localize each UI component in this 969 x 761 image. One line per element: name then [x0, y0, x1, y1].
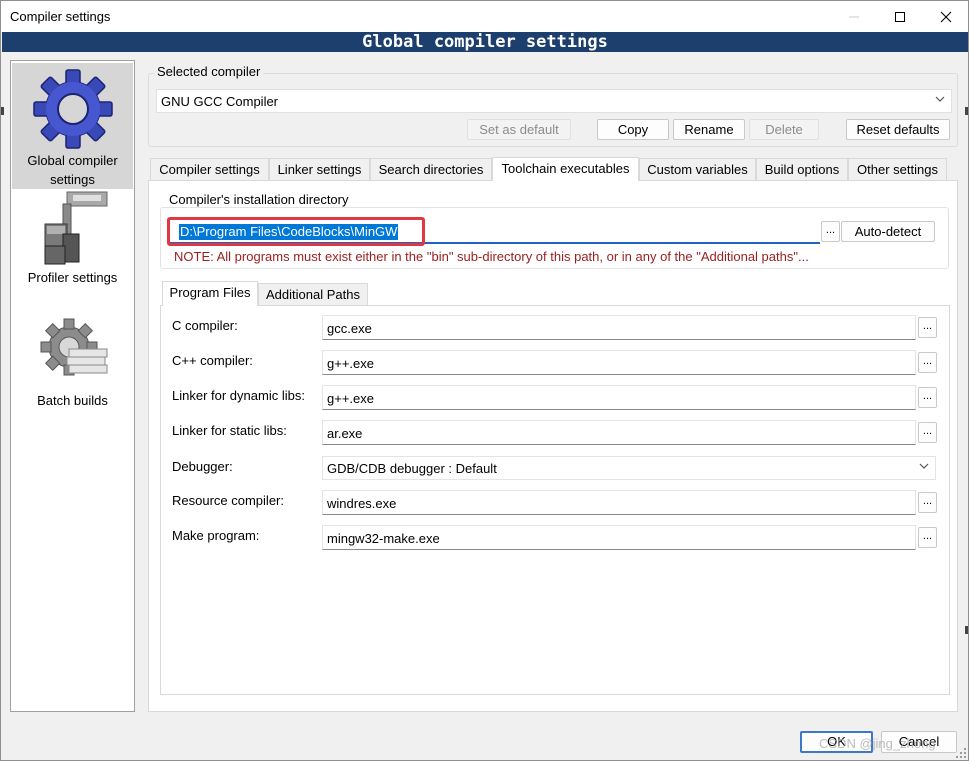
minimize-icon[interactable] [831, 1, 877, 32]
delete-button[interactable]: Delete [749, 119, 819, 140]
cpp-compiler-value: g++.exe [327, 356, 374, 371]
batch-gear-icon [40, 318, 107, 376]
selected-compiler-title: Selected compiler [154, 64, 264, 79]
chevron-down-icon [919, 461, 929, 473]
sidebar-item-label: Batch builds [37, 393, 108, 408]
make-program-label: Make program: [172, 528, 260, 543]
cpp-compiler-browse-button[interactable]: ... [918, 352, 937, 373]
settings-category-list: Global compiler settings Profiler settin… [10, 60, 135, 712]
subtab-program-files[interactable]: Program Files [162, 281, 258, 306]
title-bar: Compiler settings [1, 1, 968, 32]
sidebar-item-label: Global compiler [27, 153, 118, 168]
sidebar-item-profiler[interactable]: Profiler settings [12, 190, 133, 290]
make-program-field[interactable]: mingw32-make.exe [322, 525, 916, 550]
c-compiler-label: C compiler: [172, 318, 238, 333]
linker-dynamic-field[interactable]: g++.exe [322, 385, 916, 410]
gear-icon [32, 69, 113, 149]
c-compiler-browse-button[interactable]: ... [918, 317, 937, 338]
c-compiler-field[interactable]: gcc.exe [322, 315, 916, 340]
red-highlight-box [167, 217, 425, 246]
tab-other-settings[interactable]: Other settings [848, 158, 947, 180]
install-dir-browse-button[interactable]: ... [821, 221, 840, 242]
sidebar-item-label: Profiler settings [27, 270, 118, 285]
close-icon[interactable] [923, 1, 969, 32]
set-as-default-button[interactable]: Set as default [467, 119, 571, 140]
copy-button[interactable]: Copy [597, 119, 669, 140]
cpp-compiler-label: C++ compiler: [172, 353, 253, 368]
tab-toolchain-executables[interactable]: Toolchain executables [492, 157, 639, 181]
tab-custom-variables[interactable]: Custom variables [639, 158, 756, 180]
cpp-compiler-field[interactable]: g++.exe [322, 350, 916, 375]
linker-static-label: Linker for static libs: [172, 423, 287, 438]
reset-defaults-button[interactable]: Reset defaults [846, 119, 950, 140]
debugger-select[interactable]: GDB/CDB debugger : Default [322, 456, 936, 480]
chevron-down-icon [935, 94, 945, 106]
debugger-value: GDB/CDB debugger : Default [327, 461, 497, 476]
watermark: CSDN @jing_zhong [819, 736, 936, 751]
linker-dynamic-label: Linker for dynamic libs: [172, 388, 305, 403]
tab-linker-settings[interactable]: Linker settings [269, 158, 370, 180]
tab-build-options[interactable]: Build options [756, 158, 848, 180]
sidebar-item-label: settings [50, 172, 95, 187]
resource-compiler-browse-button[interactable]: ... [918, 492, 937, 513]
rename-button[interactable]: Rename [673, 119, 745, 140]
linker-dynamic-value: g++.exe [327, 391, 374, 406]
linker-static-browse-button[interactable]: ... [918, 422, 937, 443]
page-banner: Global compiler settings [2, 32, 968, 52]
compiler-settings-window: Compiler settings Global compiler settin… [0, 0, 969, 761]
linker-dynamic-browse-button[interactable]: ... [918, 387, 937, 408]
compiler-select[interactable]: GNU GCC Compiler [156, 89, 952, 113]
resource-compiler-field[interactable]: windres.exe [322, 490, 916, 515]
resource-compiler-label: Resource compiler: [172, 493, 284, 508]
edge-tick [965, 107, 968, 115]
make-program-browse-button[interactable]: ... [918, 527, 937, 548]
window-title: Compiler settings [10, 9, 111, 24]
edge-tick [1, 107, 4, 115]
install-dir-title: Compiler's installation directory [166, 192, 352, 207]
linker-static-value: ar.exe [327, 426, 363, 441]
maximize-icon[interactable] [877, 1, 923, 32]
auto-detect-button[interactable]: Auto-detect [841, 221, 935, 242]
tab-search-directories[interactable]: Search directories [370, 158, 492, 180]
sidebar-item-batch-builds[interactable]: Batch builds [12, 317, 133, 417]
c-compiler-value: gcc.exe [327, 321, 372, 336]
install-dir-note: NOTE: All programs must exist either in … [174, 249, 809, 264]
compiler-select-value: GNU GCC Compiler [161, 94, 279, 109]
linker-static-field[interactable]: ar.exe [322, 420, 916, 445]
resize-grip-icon[interactable] [955, 747, 967, 759]
profiler-icon [44, 191, 107, 265]
edge-tick [965, 626, 968, 634]
debugger-label: Debugger: [172, 459, 233, 474]
tab-compiler-settings[interactable]: Compiler settings [150, 158, 269, 180]
resource-compiler-value: windres.exe [327, 496, 397, 511]
subtab-additional-paths[interactable]: Additional Paths [258, 283, 368, 305]
make-program-value: mingw32-make.exe [327, 531, 440, 546]
sidebar-item-global-compiler[interactable]: Global compiler settings [12, 63, 133, 189]
